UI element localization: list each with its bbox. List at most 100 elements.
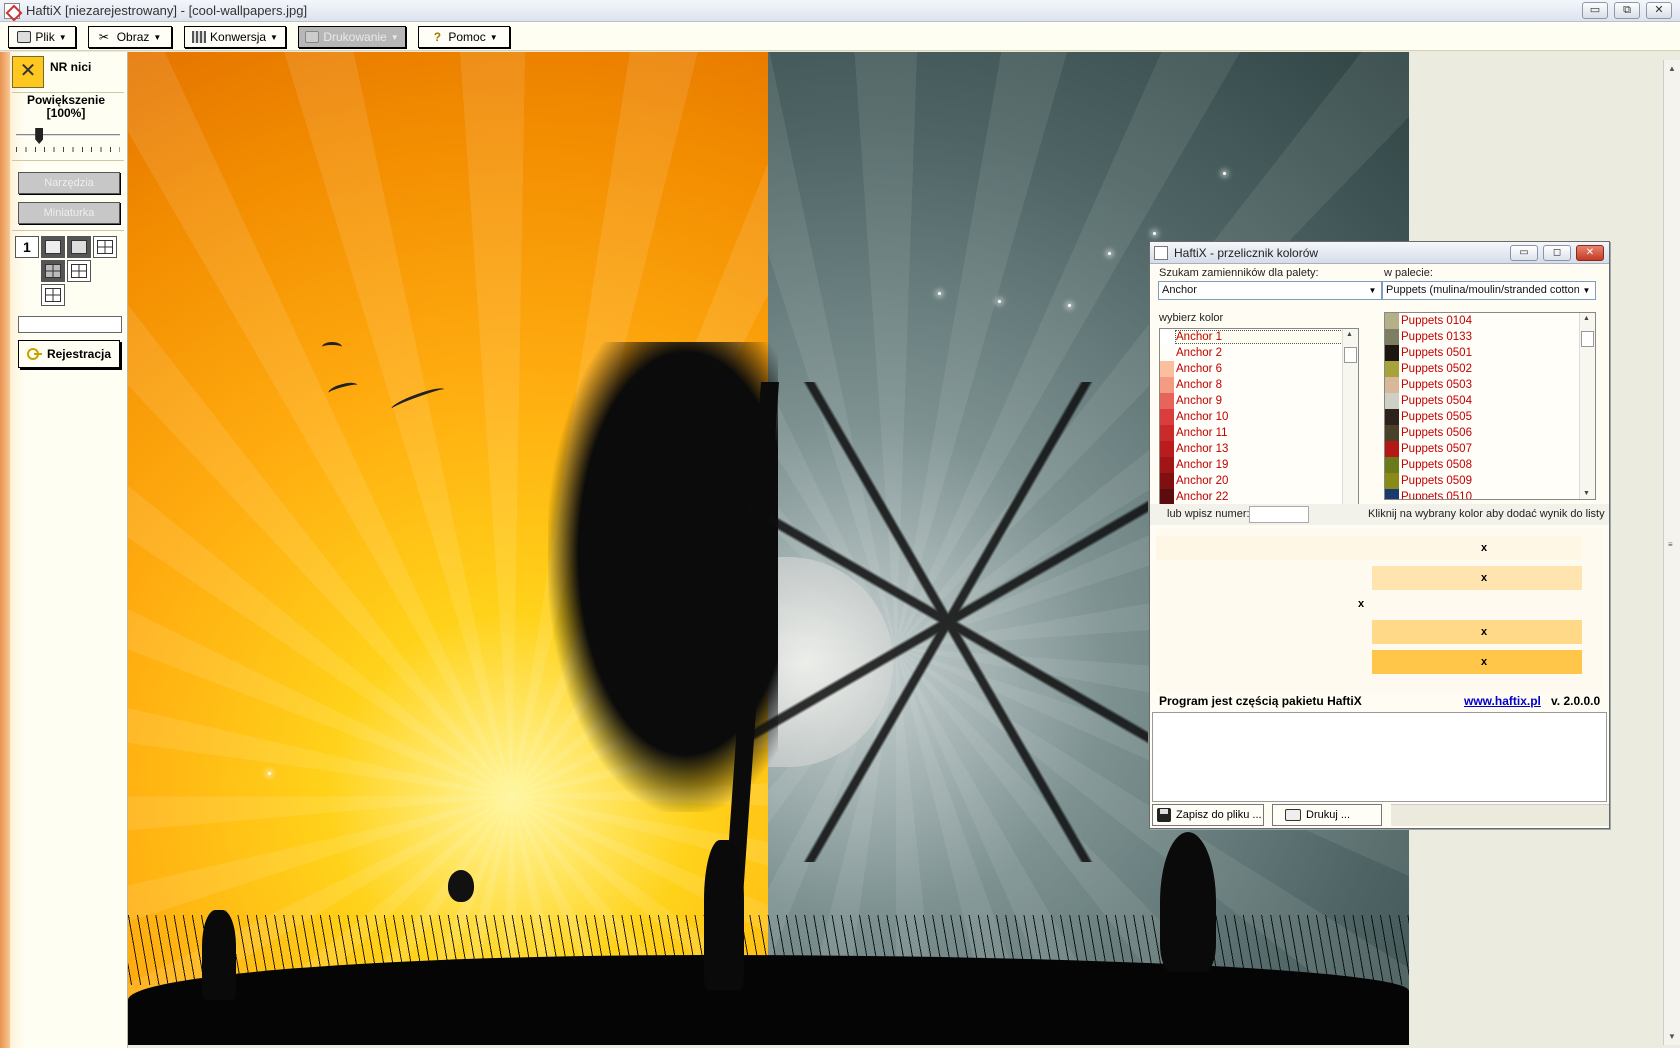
source-color-item[interactable]: Anchor 6 [1160, 361, 1358, 377]
printer-icon [17, 31, 32, 43]
source-color-item[interactable]: Anchor 10 [1160, 409, 1358, 425]
target-color-item[interactable]: Puppets 0509 [1385, 473, 1595, 489]
close-button[interactable]: ✕ [1646, 2, 1672, 19]
menu-obraz[interactable]: ✂ Obraz ▼ [88, 26, 172, 48]
target-color-item[interactable]: Puppets 0505 [1385, 409, 1595, 425]
target-color-item[interactable]: Puppets 0501 [1385, 345, 1595, 361]
source-color-item[interactable]: Anchor 2 [1160, 345, 1358, 361]
view-split-button[interactable] [41, 236, 65, 258]
results-memo[interactable] [1152, 712, 1607, 802]
thread-number-toggle[interactable]: ✕ [12, 56, 44, 88]
scroll-up-icon[interactable]: ▲ [1668, 64, 1676, 73]
website-link[interactable]: www.haftix.pl [1464, 694, 1541, 708]
target-color-item[interactable]: Puppets 0502 [1385, 361, 1595, 377]
dialog-maximize-button[interactable]: ◻ [1543, 245, 1571, 261]
scroll-down-icon[interactable]: ▼ [1583, 490, 1590, 497]
target-color-item-label: Puppets 0503 [1401, 379, 1472, 391]
source-list-scrollbar[interactable]: ▲ ▼ [1342, 329, 1358, 513]
target-color-list[interactable]: Puppets 0104 Puppets 0133 Puppets 0501 Pupp… [1384, 312, 1596, 500]
target-color-item[interactable]: Puppets 0507 [1385, 441, 1595, 457]
menu-pomoc-label: Pomoc [448, 30, 486, 44]
scroll-up-icon[interactable]: ▲ [1346, 331, 1353, 338]
view-quad-button[interactable] [67, 236, 91, 258]
source-color-item[interactable]: Anchor 13 [1160, 441, 1358, 457]
dialog-status-area [1391, 804, 1609, 826]
caret-down-icon: ▼ [390, 32, 399, 42]
target-color-item[interactable]: Puppets 0104 [1385, 313, 1595, 329]
source-color-item-label: Anchor 11 [1176, 427, 1228, 439]
target-color-item[interactable]: Puppets 0133 [1385, 329, 1595, 345]
scroll-up-icon[interactable]: ▲ [1583, 315, 1590, 322]
view-grid-lines-button[interactable] [41, 284, 65, 306]
print-label: Drukuj ... [1306, 809, 1351, 821]
thumbnail-button[interactable]: Miniaturka [18, 202, 120, 224]
menu-obraz-label: Obraz [116, 30, 150, 44]
floppy-disk-icon [1157, 808, 1171, 822]
result-row[interactable] [1372, 566, 1582, 590]
view-grid-button[interactable] [93, 236, 117, 258]
ground-shape [128, 955, 1409, 1045]
scroll-grip-icon[interactable]: ≡ [1668, 540, 1673, 549]
dialog-title-bar: HaftiX - przelicznik kolorów ▭ ◻ ✕ [1150, 242, 1609, 264]
target-color-item[interactable]: Puppets 0510 [1385, 489, 1595, 499]
menu-pomoc[interactable]: ? Pomoc ▼ [418, 26, 510, 48]
source-color-item[interactable]: Anchor 22 [1160, 489, 1358, 505]
dialog-close-button[interactable]: ✕ [1576, 245, 1604, 261]
minimize-button[interactable]: ▭ [1582, 2, 1608, 19]
quad-icon [71, 240, 87, 254]
menu-drukowanie[interactable]: Drukowanie ▼ [298, 26, 406, 48]
chevron-down-icon[interactable]: ▼ [1579, 283, 1594, 298]
restore-button[interactable]: ⧉ [1614, 2, 1640, 19]
source-color-list[interactable]: Anchor 1 Anchor 2 Anchor 6 Anchor 8 Anchor 9… [1159, 328, 1359, 514]
scroll-thumb[interactable] [1344, 347, 1357, 363]
target-color-item[interactable]: Puppets 0508 [1385, 457, 1595, 473]
menu-plik[interactable]: Plik ▼ [8, 26, 76, 48]
zoom-slider-thumb[interactable] [35, 128, 44, 144]
printer-icon [305, 31, 320, 43]
save-to-file-button[interactable]: Zapisz do pliku ... [1152, 804, 1264, 826]
source-palette-select[interactable]: Anchor ▼ [1158, 281, 1382, 300]
zoom-slider[interactable] [16, 126, 120, 152]
target-color-item[interactable]: Puppets 0504 [1385, 393, 1595, 409]
scroll-thumb[interactable] [1581, 331, 1594, 347]
save-to-file-label: Zapisz do pliku ... [1176, 809, 1262, 821]
result-row[interactable] [1372, 650, 1582, 674]
result-row[interactable] [1156, 592, 1556, 616]
view-symbols-button[interactable] [67, 260, 91, 282]
source-color-item[interactable]: Anchor 11 [1160, 425, 1358, 441]
menu-konwersja-label: Konwersja [210, 30, 267, 44]
view-single-button[interactable]: 1 [15, 236, 39, 258]
target-palette-select[interactable]: Puppets (mulina/moulin/stranded cotton) … [1382, 281, 1596, 300]
menu-konwersja[interactable]: Konwersja ▼ [184, 26, 286, 48]
target-color-item[interactable]: Puppets 0503 [1385, 377, 1595, 393]
source-color-item-label: Anchor 6 [1176, 363, 1223, 375]
number-label: lub wpisz numer: [1167, 508, 1250, 520]
print-button[interactable]: Drukuj ... [1272, 804, 1382, 826]
source-color-item[interactable]: Anchor 1 [1160, 329, 1358, 345]
child-silhouette [202, 910, 236, 1000]
source-color-item[interactable]: Anchor 9 [1160, 393, 1358, 409]
target-list-scrollbar[interactable]: ▲ ▼ [1579, 313, 1595, 499]
result-row[interactable] [1156, 536, 1582, 560]
source-color-item[interactable]: Anchor 20 [1160, 473, 1358, 489]
color-swatch [1160, 473, 1174, 489]
view-grid-dark-button[interactable] [41, 260, 65, 282]
results-area[interactable]: x x x x x [1156, 528, 1602, 693]
register-button[interactable]: Rejestracja [18, 340, 120, 368]
tools-button[interactable]: Narzędzia [18, 172, 120, 194]
source-color-item-label: Anchor 2 [1176, 347, 1223, 359]
balloon-shape [448, 870, 474, 902]
canvas-scrollbar[interactable]: ▲ ≡ ▼ [1663, 60, 1680, 1045]
chevron-down-icon[interactable]: ▼ [1365, 283, 1380, 298]
target-color-item[interactable]: Puppets 0506 [1385, 425, 1595, 441]
result-row[interactable] [1372, 620, 1582, 644]
color-number-input[interactable] [1249, 506, 1309, 523]
side-text-input[interactable] [18, 316, 122, 333]
caret-down-icon: ▼ [58, 32, 67, 42]
title-bar: HaftiX [niezarejestrowany] - [cool-wallp… [0, 0, 1680, 22]
dialog-minimize-button[interactable]: ▭ [1510, 245, 1538, 261]
source-color-item[interactable]: Anchor 19 [1160, 457, 1358, 473]
package-info-text: Program jest częścią pakietu HaftiX [1159, 694, 1362, 708]
source-color-item[interactable]: Anchor 8 [1160, 377, 1358, 393]
scroll-down-icon[interactable]: ▼ [1668, 1032, 1676, 1041]
